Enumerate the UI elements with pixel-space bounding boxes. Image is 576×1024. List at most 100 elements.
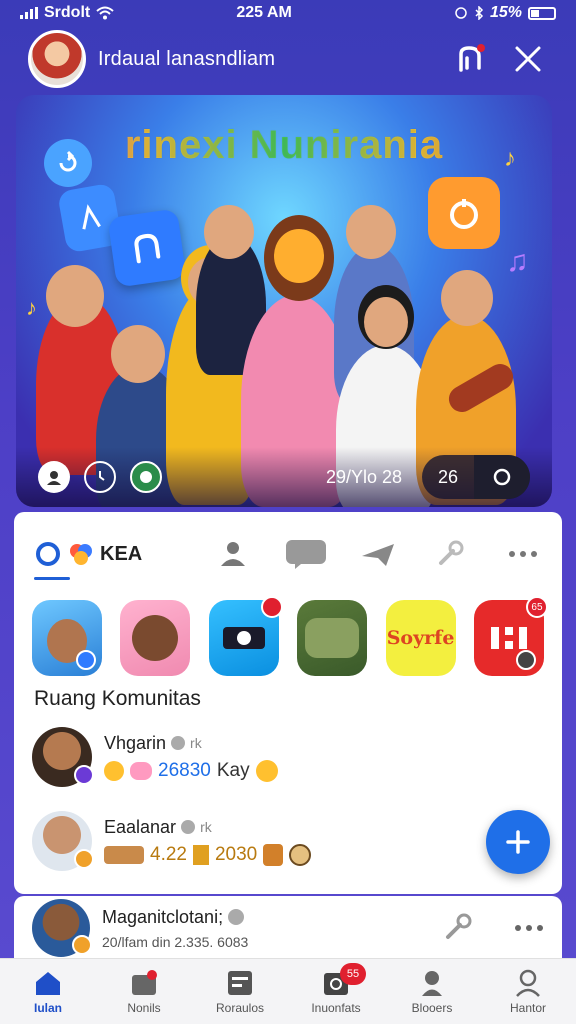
nav-home[interactable]: Iulan — [0, 969, 96, 1015]
close-button[interactable] — [508, 39, 548, 79]
avatar — [32, 811, 94, 871]
cookie-icon — [289, 843, 312, 866]
nav-label: Blooers — [411, 1000, 453, 1015]
people-icon — [221, 542, 246, 566]
verified-icon — [171, 736, 186, 750]
dots-app-icon — [490, 627, 527, 649]
post-more-button[interactable] — [514, 919, 544, 937]
music-note-small-icon: ♪ — [504, 145, 516, 172]
avatar — [32, 727, 94, 787]
signal-icon — [20, 7, 38, 19]
bottom-nav: Iulan Nonils Roraulos 55 Inuonfats Blooe… — [0, 958, 576, 1024]
refresh-icon — [44, 139, 92, 187]
alarm-icon — [455, 7, 467, 19]
wrench-icon — [439, 540, 464, 565]
more-icon — [508, 551, 537, 557]
battery-label: 15% — [489, 4, 522, 21]
music-note-button[interactable] — [450, 39, 490, 79]
feed-name: Vhgarin — [104, 732, 167, 753]
feed-name: Eaalanar — [104, 816, 177, 837]
more-tabs-button[interactable] — [502, 536, 544, 572]
chat-icon — [285, 540, 326, 569]
stories-row: Soyrfe 65 — [32, 596, 548, 678]
wifi-icon — [96, 6, 114, 20]
clock-icon — [99, 471, 105, 481]
nav-records[interactable]: Roraulos — [192, 969, 288, 1015]
hero-title: rinexi Nunirania — [16, 123, 552, 168]
post-card[interactable]: Maganitclotani; 20/lfam din 2.335. 6083 — [14, 896, 562, 960]
globe-icon — [140, 471, 152, 483]
tab-kea-label: KEA — [100, 542, 143, 565]
emoji-icon — [130, 761, 152, 780]
tab-tools[interactable] — [429, 536, 471, 572]
home-icon — [36, 971, 60, 995]
nav-label: Inuonfats — [311, 1000, 361, 1015]
coin-icon — [192, 844, 209, 865]
nav-blockers[interactable]: Blooers — [384, 969, 480, 1015]
emoji-icon — [104, 760, 124, 781]
page-title: Irdaual lanasndliam — [98, 47, 276, 70]
smile-icon — [255, 759, 278, 782]
tab-kea[interactable]: KEA — [34, 532, 143, 580]
story-item[interactable] — [32, 600, 102, 676]
list-icon — [228, 970, 252, 995]
story-item[interactable]: 65 — [473, 596, 548, 676]
hero-controls: 29/Ylo 28 26 — [16, 447, 552, 507]
nav-label: Nonils — [127, 1000, 161, 1015]
nav-label: Iulan — [33, 1000, 62, 1015]
story-item[interactable] — [297, 600, 368, 676]
close-icon — [515, 46, 541, 72]
globe-button[interactable] — [130, 461, 162, 493]
record-button[interactable] — [474, 455, 530, 499]
add-post-button[interactable] — [486, 810, 550, 874]
plus-icon — [506, 830, 530, 854]
post-author: Maganitclotani; — [102, 906, 224, 927]
hero-count-pill[interactable]: 26 — [421, 455, 530, 499]
notification-badge: 65 — [525, 596, 548, 618]
section-title: Ruang Komunitas — [34, 687, 201, 710]
feed-meta-value: 4.22 — [150, 843, 187, 865]
verified-icon — [181, 820, 196, 834]
nav-info[interactable]: 55 Inuonfats — [288, 962, 384, 1015]
profile-ring-button[interactable] — [38, 461, 70, 493]
ring-icon — [36, 542, 60, 566]
list-item[interactable]: Vhgarin rk 26830 Kay — [32, 724, 482, 790]
inbox-icon — [132, 969, 157, 995]
avatar — [32, 899, 92, 957]
hero-time-label: 29/Ylo 28 — [326, 466, 403, 487]
more-icon — [515, 925, 543, 931]
wrench-icon — [446, 913, 472, 939]
story-item[interactable] — [208, 596, 283, 676]
battery-icon — [528, 6, 556, 20]
tab-people[interactable] — [212, 536, 254, 572]
app-header: Irdaual lanasndliam — [0, 28, 576, 90]
feed-meta-value: 26830 — [158, 759, 211, 781]
status-time: 225 AM — [236, 4, 292, 21]
carrier-label: Srdolt — [44, 4, 91, 21]
status-bar: Srdolt 225 AM 15% — [0, 0, 576, 26]
profile-avatar[interactable] — [28, 30, 86, 88]
tab-bar: KEA — [34, 532, 544, 580]
hero-count-label: 26 — [437, 466, 458, 487]
clock-button[interactable] — [84, 461, 116, 493]
share-button[interactable] — [442, 911, 474, 946]
send-icon — [362, 544, 395, 566]
story-item[interactable] — [120, 600, 191, 676]
nav-label: Roraulos — [215, 1000, 265, 1015]
profile-ring-icon — [47, 471, 61, 485]
nav-label: Hantor — [509, 1000, 547, 1015]
nav-notifications[interactable]: Nonils — [96, 969, 192, 1015]
music-note-icon — [459, 44, 485, 72]
bluetooth-icon — [475, 6, 484, 20]
tab-chat[interactable] — [285, 536, 327, 572]
story-item[interactable]: Soyrfe — [385, 600, 456, 676]
tab-send[interactable] — [357, 536, 399, 572]
feed-meta-text: Kay — [216, 759, 250, 781]
nav-profile[interactable]: Hantor — [480, 969, 576, 1015]
hero-banner[interactable]: rinexi Nunirania ♫ ♪ ♪ 29/Ylo 28 26 — [16, 95, 552, 507]
profile-icon — [516, 969, 540, 997]
list-item[interactable]: Eaalanar rk 4.22 2030 — [32, 808, 482, 874]
story-label: Soyrfe — [386, 627, 455, 649]
feed-meta-text: 2030 — [214, 843, 258, 865]
feed-suffix: rk — [190, 735, 202, 751]
